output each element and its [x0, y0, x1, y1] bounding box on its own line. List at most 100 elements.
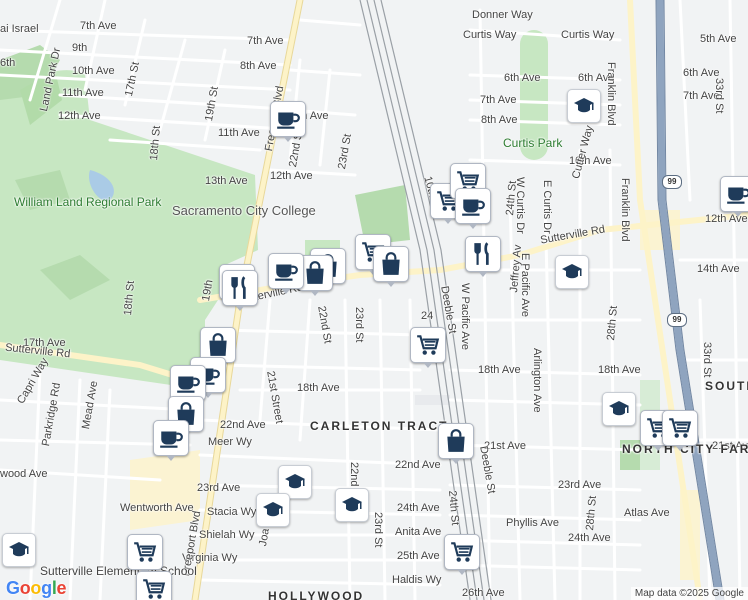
- district-label-hollywood: HOLLYWOOD: [268, 589, 365, 600]
- school-icon: [283, 470, 307, 494]
- restaurant-icon: [227, 275, 253, 301]
- street-label: 24th Ave: [568, 532, 611, 544]
- street-label: 33rd St: [701, 342, 713, 378]
- shopping-icon: [378, 251, 404, 277]
- cafe-icon: [725, 181, 748, 207]
- shopping-icon: [205, 332, 231, 358]
- street-label: 11th Ave: [218, 127, 260, 139]
- street-label: Meer Wy: [208, 436, 252, 448]
- school-icon: [7, 538, 31, 562]
- school-icon: [607, 397, 631, 421]
- cafe-marker[interactable]: [720, 176, 748, 217]
- grocery-icon: [415, 332, 441, 358]
- restaurant-marker[interactable]: [222, 270, 258, 311]
- street-label: wood Ave: [0, 468, 48, 480]
- highway-99-shield: 99: [662, 175, 682, 189]
- street-label: Franklin Blvd: [605, 62, 617, 126]
- cafe-marker[interactable]: [455, 188, 491, 229]
- park-label-william-land-1: William Land Regional Park: [14, 195, 162, 209]
- district-label-south-oak-park: SOUTH OAK PARK: [705, 379, 748, 393]
- restaurant-icon: [470, 241, 496, 267]
- highway-99-shield: 99: [667, 313, 687, 327]
- district-label-carleton-tract: CARLETON TRACT: [310, 419, 449, 433]
- cafe-marker[interactable]: [270, 101, 306, 142]
- grocery-icon: [449, 539, 475, 565]
- street-label: 7th Ave: [480, 94, 517, 106]
- grocery-marker[interactable]: [410, 327, 446, 368]
- school-marker[interactable]: [2, 533, 36, 567]
- street-label: 18th Ave: [478, 364, 521, 376]
- street-label: Franklin Blvd: [619, 178, 631, 242]
- street-label: Atlas Ave: [624, 507, 670, 519]
- street-label: 7th Ave: [80, 20, 117, 32]
- cafe-icon: [175, 370, 201, 396]
- street-label: Anita Ave: [395, 526, 442, 538]
- street-label: 11th Ave: [62, 87, 104, 99]
- street-label: 23rd Ave: [197, 482, 241, 494]
- street-label: Haldis Wy: [392, 574, 442, 586]
- grocery-marker[interactable]: [136, 571, 172, 600]
- street-label: Stacia Wy: [207, 506, 257, 518]
- school-icon: [261, 498, 285, 522]
- street-label: 23rd St: [372, 512, 384, 548]
- cafe-icon: [273, 258, 299, 284]
- google-logo: Google: [6, 578, 67, 598]
- street-label: 14th Ave: [697, 263, 740, 275]
- school-marker[interactable]: [602, 392, 636, 426]
- street-label: 13th Ave: [205, 175, 248, 187]
- street-label: 9th: [72, 42, 88, 54]
- school-marker[interactable]: [567, 89, 601, 123]
- park-label-curtis: Curtis Park: [503, 136, 563, 150]
- school-icon: [340, 493, 364, 517]
- street-label: 25th Ave: [397, 550, 440, 562]
- street-label: 21st Ave: [484, 440, 526, 452]
- street-label: Phyllis Ave: [506, 517, 559, 529]
- street-label: E Curtis Dr: [541, 180, 553, 234]
- street-label: 10th Ave: [72, 65, 115, 77]
- map-attribution[interactable]: Map data ©2025 Google: [630, 587, 748, 600]
- street-label: 22nd: [348, 462, 360, 487]
- street-label: 6th: [0, 57, 16, 69]
- school-marker[interactable]: [335, 488, 369, 522]
- street-label: 24: [421, 310, 434, 322]
- street-label: Curtis Way: [561, 29, 615, 41]
- shopping-marker[interactable]: [373, 246, 409, 287]
- shopping-marker[interactable]: [438, 423, 474, 464]
- street-label: 23rd Ave: [558, 479, 602, 491]
- street-label: Wentworth Ave: [120, 502, 194, 514]
- street-label: W Pacific Ave: [459, 283, 471, 351]
- shopping-icon: [443, 428, 469, 454]
- street-label: Donner Way: [472, 9, 533, 21]
- cafe-icon: [460, 193, 486, 219]
- grocery-marker[interactable]: [444, 534, 480, 575]
- cafe-icon: [158, 425, 184, 451]
- street-label: 7th Ave: [247, 35, 284, 47]
- street-label: 6th Ave: [504, 72, 541, 84]
- poi-label-sutterville-elementary: Sutterville Elementary School: [40, 564, 197, 578]
- street-label: 12th Ave: [270, 170, 313, 182]
- grocery-icon: [132, 539, 158, 565]
- street-label: 24th Ave: [397, 502, 440, 514]
- grocery-marker[interactable]: [662, 410, 698, 451]
- street-label: 8th Ave: [481, 114, 518, 126]
- shopping-icon: [302, 260, 328, 286]
- cafe-icon: [275, 106, 301, 132]
- street-label: 23rd St: [353, 307, 365, 343]
- cafe-marker[interactable]: [268, 253, 304, 294]
- street-label: Curtis Way: [463, 29, 517, 41]
- street-label: 18th Ave: [297, 382, 340, 394]
- school-marker[interactable]: [256, 493, 290, 527]
- cafe-marker[interactable]: [153, 420, 189, 461]
- grocery-icon: [141, 576, 167, 600]
- street-label: 12th Ave: [58, 110, 101, 122]
- street-label: 22nd Ave: [220, 419, 266, 431]
- street-label: 33rd St: [713, 78, 725, 114]
- grocery-icon: [667, 415, 693, 441]
- street-label: 26th Ave: [462, 587, 505, 599]
- school-icon: [572, 94, 596, 118]
- map-canvas[interactable]: Donner Way Curtis Way Curtis Way 6th Ave…: [0, 0, 748, 600]
- grocery-marker[interactable]: [127, 534, 163, 575]
- restaurant-marker[interactable]: [465, 236, 501, 277]
- street-label: Shielah Wy: [199, 529, 255, 541]
- school-marker[interactable]: [555, 255, 589, 289]
